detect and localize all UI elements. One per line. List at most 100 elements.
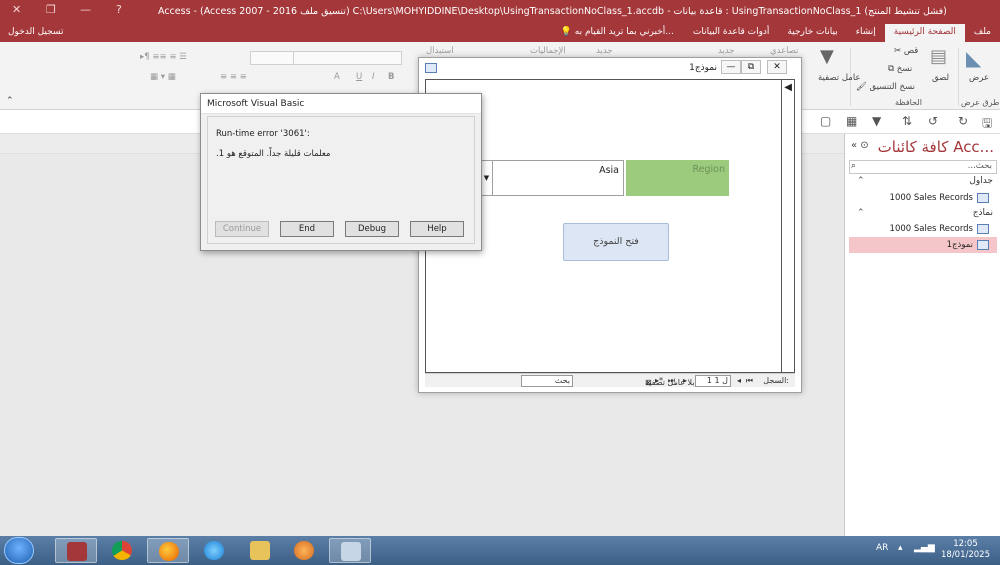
nav-item-label: نموذج1 <box>946 240 973 250</box>
record-number-input[interactable]: 1 ل 1 <box>695 375 731 387</box>
copy-label: نسخ <box>896 64 913 74</box>
clock-date: 18/01/2025 <box>941 550 990 560</box>
title-bar: ✕ ❐ — ? Access - (Access 2007 - 2016 تنس… <box>0 0 1000 24</box>
nav-item-form1[interactable]: نموذج1 <box>849 237 997 253</box>
start-button[interactable] <box>4 537 34 564</box>
cut-button[interactable]: ✂ قص <box>894 46 918 56</box>
dialog-title-bar[interactable]: Microsoft Visual Basic <box>201 94 481 114</box>
debug-button[interactable]: Debug <box>345 221 399 237</box>
lightbulb-icon: 💡 <box>560 27 572 37</box>
underline-button[interactable]: U <box>356 72 362 82</box>
nav-group-forms[interactable]: نماذج ⌃ <box>849 206 997 222</box>
filter-icon[interactable]: ▼ <box>872 114 881 128</box>
tab-home[interactable]: الصفحة الرئيسية <box>884 24 965 42</box>
filter-button[interactable]: عامل تصفية <box>818 73 861 83</box>
taskbar-vba-editor[interactable] <box>329 538 371 563</box>
first-record-button[interactable]: ⏮ <box>746 376 753 386</box>
minimize-window-button[interactable]: — <box>80 3 91 16</box>
save-icon[interactable]: 🖫 <box>982 114 992 135</box>
indent-controls[interactable]: ▸¶ ≡≡ ≡ ☰ <box>140 52 187 62</box>
sort-icon[interactable]: ⇅ <box>902 114 912 128</box>
redo-icon[interactable]: ↻ <box>958 114 968 128</box>
navigation-pane: « ⊙ كافة كائنات Acc... بحث... ⌕ جداول ⌃ … <box>844 134 1000 536</box>
help-button[interactable]: ? <box>116 3 122 16</box>
copy-button[interactable]: ⧉ نسخ <box>888 64 912 74</box>
ascending-button[interactable]: تصاعدي <box>770 46 799 56</box>
taskbar-access[interactable] <box>55 538 97 563</box>
align-buttons[interactable]: ≡ ≡ ≡ <box>220 72 247 82</box>
tab-create[interactable]: إنشاء <box>847 24 885 42</box>
tell-me-label: أخبرني بما تريد القيام به... <box>574 27 674 37</box>
gridlines-button[interactable]: ▦ ▾ ▦ <box>150 72 176 82</box>
prev-record-button[interactable]: ◂ <box>737 376 741 385</box>
system-clock[interactable]: 12:05 18/01/2025 <box>941 539 990 561</box>
undo-icon[interactable]: ↺ <box>928 114 938 128</box>
restore-window-button[interactable]: ❐ <box>46 3 56 16</box>
table-view-icon[interactable]: ▦ <box>846 114 857 128</box>
window-title: Access - (Access 2007 - 2016 تنسيق ملف) … <box>158 6 947 17</box>
form-close-button[interactable]: ✕ <box>767 60 787 74</box>
font-size-box[interactable] <box>250 51 294 65</box>
form-icon <box>977 240 989 250</box>
new-button[interactable]: جديد <box>596 46 613 56</box>
nav-pane-title[interactable]: كافة كائنات Acc... <box>878 138 994 156</box>
form-restore-button[interactable]: ⧉ <box>741 60 761 74</box>
view-icon: ◣ <box>966 46 982 70</box>
nav-item-form-sales[interactable]: 1000 Sales Records <box>849 221 997 237</box>
taskbar-explorer[interactable] <box>239 538 281 563</box>
nav-search-input[interactable]: بحث... <box>849 160 997 174</box>
font-color-button[interactable]: A <box>334 72 340 82</box>
tab-external-data[interactable]: بيانات خارجية <box>778 24 846 42</box>
dialog-title: Microsoft Visual Basic <box>207 99 305 109</box>
sign-in-link[interactable]: تسجيل الدخول <box>8 27 63 37</box>
ribbon-separator <box>958 48 959 106</box>
format-painter-label: نسخ التنسيق <box>869 82 915 92</box>
network-icon[interactable]: ▂▄▆ <box>914 543 935 553</box>
taskbar-media-player[interactable] <box>283 538 325 563</box>
chevron-up-icon: ⌃ <box>857 208 865 218</box>
record-search-input[interactable]: بحث <box>521 375 573 387</box>
close-window-button[interactable]: ✕ <box>12 3 21 16</box>
record-selector-icon[interactable]: ◀ <box>784 82 792 93</box>
folder-icon <box>250 541 270 560</box>
paste-button[interactable]: لصق <box>932 73 949 83</box>
language-indicator[interactable]: AR <box>876 543 888 553</box>
region-combo-value[interactable]: Asia <box>492 160 624 196</box>
paste-icon: ▤ <box>930 46 948 67</box>
taskbar-ie[interactable] <box>193 538 235 563</box>
nav-item-label: 1000 Sales Records <box>889 193 973 203</box>
continue-button[interactable]: Continue <box>215 221 269 237</box>
bold-button[interactable]: B <box>388 72 394 82</box>
totals-button[interactable]: الإجماليات <box>530 46 566 56</box>
nav-item-table-sales[interactable]: 1000 Sales Records <box>849 190 997 206</box>
media-player-icon <box>294 541 314 560</box>
copy-icon: ⧉ <box>888 64 895 74</box>
form-icon <box>425 63 437 73</box>
collapse-ribbon-icon[interactable]: ⌃ <box>6 96 14 106</box>
form-minimize-button[interactable]: — <box>721 60 741 74</box>
new-page-icon[interactable]: ▢ <box>820 114 831 128</box>
form-title-bar[interactable]: نموذج1 — ⧉ ✕ <box>419 58 801 78</box>
clock-time: 12:05 <box>953 539 978 549</box>
group-clipboard-label: الحافظة <box>895 98 922 107</box>
format-painter-button[interactable]: 🖌 نسخ التنسيق <box>856 82 915 92</box>
view-button[interactable]: عرض <box>969 73 989 83</box>
chevron-up-icon: ⌃ <box>857 176 865 186</box>
taskbar: AR ▴ ▂▄▆ 12:05 18/01/2025 <box>0 536 1000 565</box>
chrome-icon <box>112 541 132 560</box>
nav-group-tables[interactable]: جداول ⌃ <box>849 174 997 190</box>
italic-button[interactable]: I <box>372 72 375 82</box>
group-views-label: طرق عرض <box>961 98 1000 107</box>
new-record-button[interactable]: جديد <box>718 46 735 56</box>
nav-pane-toggle-icon[interactable]: « ⊙ <box>851 140 869 151</box>
chevron-up-icon[interactable]: ▴ <box>898 543 903 553</box>
open-form-button[interactable]: فتح النموذج <box>563 223 669 261</box>
tab-file[interactable]: ملف <box>965 24 1000 42</box>
taskbar-firefox[interactable] <box>147 538 189 563</box>
help-button[interactable]: Help <box>410 221 464 237</box>
replace-button[interactable]: استبدال <box>426 46 454 56</box>
end-button[interactable]: End <box>280 221 334 237</box>
taskbar-chrome[interactable] <box>101 538 143 563</box>
tab-database-tools[interactable]: أدوات قاعدة البيانات <box>684 24 779 42</box>
tell-me-box[interactable]: 💡 أخبرني بما تريد القيام به... <box>551 24 684 42</box>
